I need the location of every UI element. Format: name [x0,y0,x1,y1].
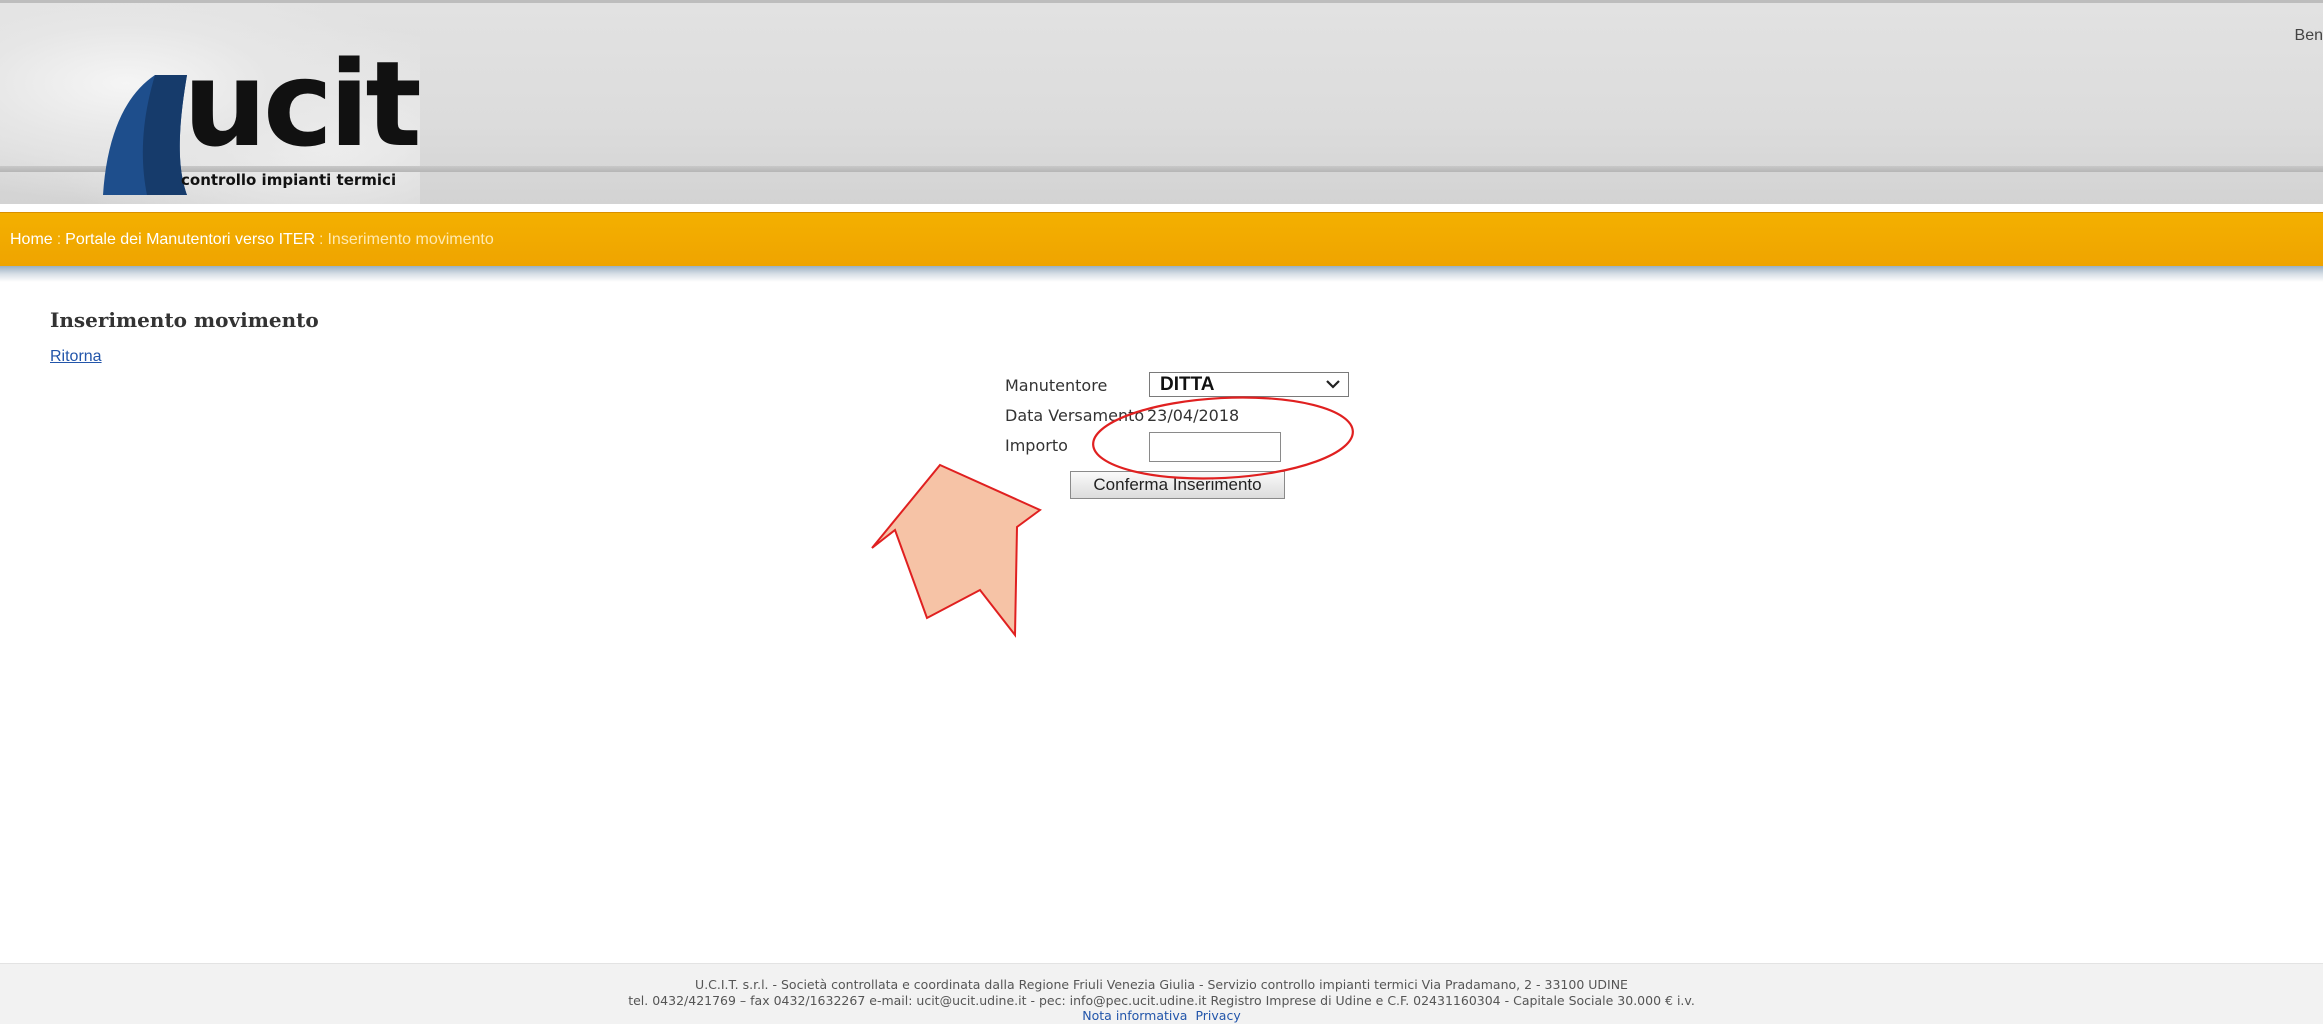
data-versamento-value: 23/04/2018 [1147,406,1240,425]
breadcrumb-current: Inserimento movimento [327,231,494,248]
footer-links: Nota informativa Privacy [0,1008,2323,1023]
footer-link-nota-informativa[interactable]: Nota informativa [1078,1008,1191,1023]
breadcrumb-bar: Home: Portale dei Manutentori verso ITER:… [0,212,2323,266]
breadcrumb-separator: : [56,231,62,248]
page-title: Inserimento movimento [50,308,319,332]
breadcrumb-separator: : [319,231,324,248]
logo-subtitle: controllo impianti termici [181,171,397,189]
site-footer: U.C.I.T. s.r.l. - Società controllata e … [0,963,2323,1024]
breadcrumb-portale[interactable]: Portale dei Manutentori verso ITER [65,231,315,248]
importo-label: Importo [1005,436,1068,455]
logo-wordmark: ucit [183,35,422,173]
breadcrumb-shadow [0,266,2323,282]
manutentore-selected-value: DITTA [1160,374,1215,395]
footer-contact-info: tel. 0432/421769 – fax 0432/1632267 e-ma… [628,993,1695,1008]
footer-company-info: U.C.I.T. s.r.l. - Società controllata e … [695,977,1628,992]
data-versamento-label: Data Versamento [1005,406,1145,425]
breadcrumb-home[interactable]: Home [10,231,53,248]
user-greeting: Ben [2294,27,2323,44]
confirm-insert-button[interactable]: Conferma Inserimento [1070,471,1285,499]
site-header: ucit controllo impianti termici Ben [0,0,2323,204]
footer-link-privacy[interactable]: Privacy [1191,1008,1244,1023]
manutentore-label: Manutentore [1005,376,1108,395]
movement-form: Manutentore DITTA Data Versamento 23/04/… [1005,372,1365,512]
chevron-down-icon [1326,380,1340,389]
back-link[interactable]: Ritorna [50,348,102,366]
manutentore-select[interactable]: DITTA [1149,372,1349,397]
ucit-logo[interactable]: ucit controllo impianti termici [95,45,425,205]
importo-input[interactable] [1149,432,1281,462]
breadcrumb: Home: Portale dei Manutentori verso ITER:… [10,231,494,249]
